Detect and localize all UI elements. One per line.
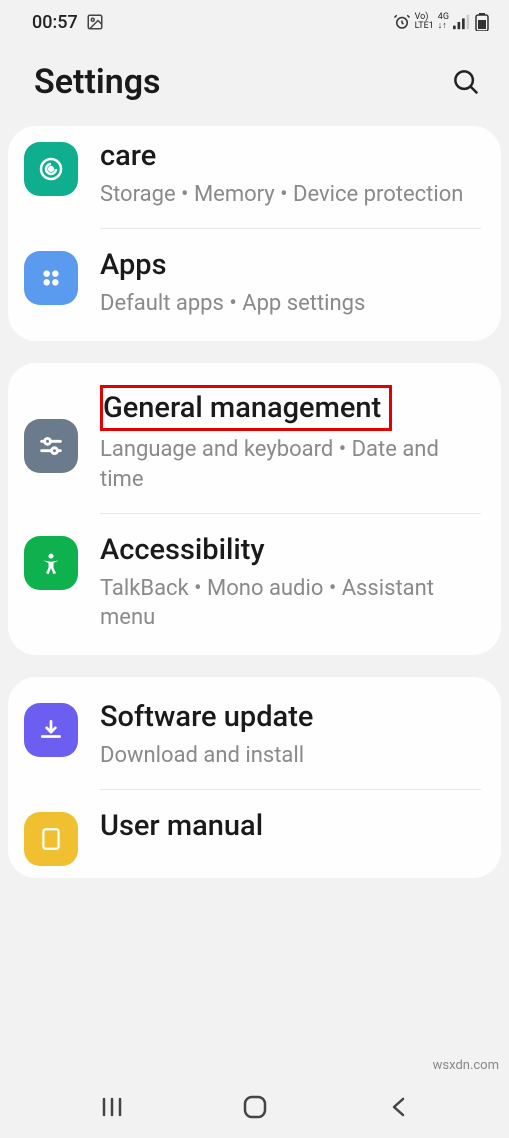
page-title: Settings (34, 62, 161, 102)
settings-item-apps[interactable]: Apps Default apps • App settings (8, 229, 501, 337)
item-title: General management (103, 390, 381, 426)
settings-item-device-care[interactable]: care Storage • Memory • Device protectio… (8, 130, 501, 228)
settings-item-user-manual[interactable]: User manual (8, 790, 501, 874)
software-update-icon (24, 703, 78, 757)
settings-group: care Storage • Memory • Device protectio… (8, 126, 501, 341)
item-subtitle: Storage • Memory • Device protection (100, 180, 481, 210)
image-icon (86, 13, 104, 31)
status-left: 00:57 (32, 12, 104, 33)
header: Settings (0, 44, 509, 126)
status-net: 4G↓↑ (438, 13, 449, 31)
back-button[interactable] (384, 1093, 412, 1121)
search-icon[interactable] (451, 67, 481, 97)
home-button[interactable] (241, 1093, 269, 1121)
item-subtitle: Download and install (100, 741, 481, 771)
watermark: wsxdn.com (433, 1058, 499, 1073)
item-title: Software update (100, 699, 481, 735)
general-management-icon (24, 419, 78, 473)
item-text: Accessibility TalkBack • Mono audio • As… (100, 532, 481, 634)
settings-group: General management Language and keyboard… (8, 363, 501, 655)
apps-icon (24, 251, 78, 305)
status-bar: 00:57 Vo)LTE1 4G↓↑ (0, 0, 509, 44)
accessibility-icon (24, 536, 78, 590)
item-title: Apps (100, 247, 481, 283)
status-volte: Vo)LTE1 (415, 13, 434, 31)
item-title: Accessibility (100, 532, 481, 568)
battery-icon (475, 13, 489, 31)
settings-item-software-update[interactable]: Software update Download and install (8, 681, 501, 789)
item-subtitle: TalkBack • Mono audio • Assistant menu (100, 574, 481, 633)
item-text: Apps Default apps • App settings (100, 247, 481, 319)
status-time: 00:57 (32, 12, 78, 33)
device-care-icon (24, 142, 78, 196)
status-right: Vo)LTE1 4G↓↑ (393, 13, 489, 31)
signal-icon (453, 14, 471, 30)
item-subtitle: Default apps • App settings (100, 289, 481, 319)
item-text: Software update Download and install (100, 699, 481, 771)
settings-item-general-management[interactable]: General management Language and keyboard… (8, 367, 501, 513)
item-subtitle: Language and keyboard • Date and time (100, 435, 481, 494)
item-text: General management Language and keyboard… (100, 385, 481, 495)
settings-item-accessibility[interactable]: Accessibility TalkBack • Mono audio • As… (8, 514, 501, 652)
item-text: care Storage • Memory • Device protectio… (100, 138, 481, 210)
settings-list: care Storage • Memory • Device protectio… (0, 126, 509, 878)
recents-button[interactable] (98, 1093, 126, 1121)
item-text: User manual (100, 808, 481, 850)
navigation-bar (0, 1076, 509, 1138)
alarm-icon (393, 13, 411, 31)
highlight-box: General management (100, 385, 392, 431)
item-title: User manual (100, 808, 481, 844)
user-manual-icon (24, 812, 78, 866)
item-title: care (100, 138, 481, 174)
settings-group: Software update Download and install Use… (8, 677, 501, 878)
